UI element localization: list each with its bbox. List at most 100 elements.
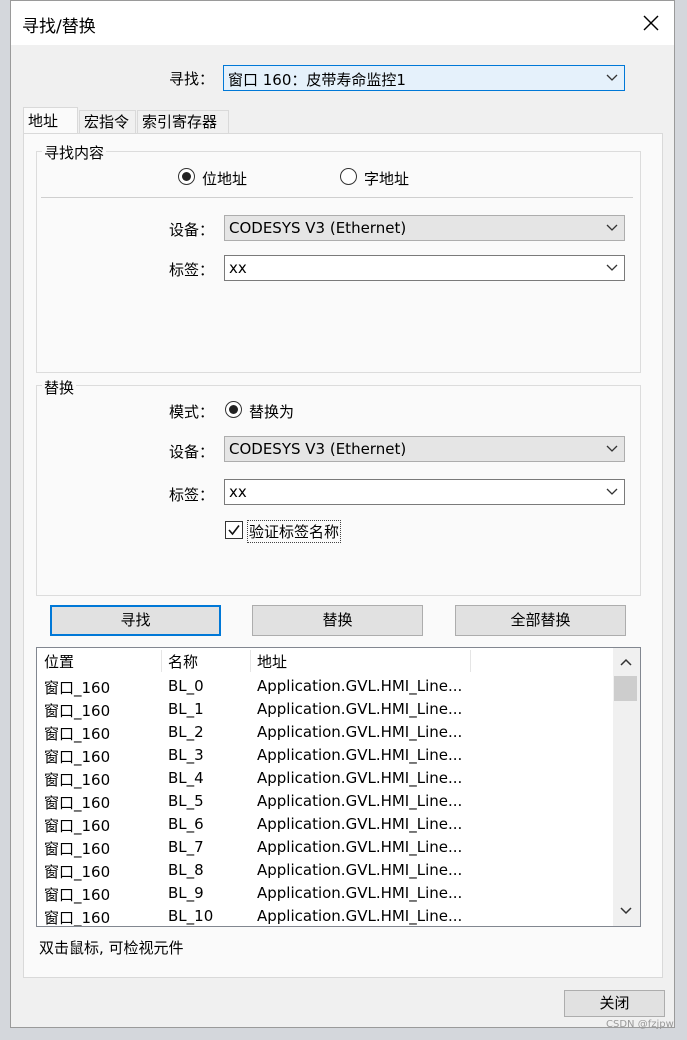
cell-location: 窗口_160 [44,725,111,743]
cell-name: BL_7 [168,838,204,856]
cell-address: Application.GVL.HMI_Line... [257,861,463,879]
column-header-location[interactable]: 位置 [44,651,74,672]
table-row[interactable]: 窗口_160 BL_2 Application.GVL.HMI_Line... [37,721,612,744]
search-tag-value: xx [229,259,247,277]
close-icon[interactable] [637,9,665,37]
table-row[interactable]: 窗口_160 BL_3 Application.GVL.HMI_Line... [37,744,612,767]
tab-address[interactable]: 地址 [23,107,78,135]
replace-device-select[interactable]: CODESYS V3 (Ethernet) [224,436,625,462]
table-row[interactable]: 窗口_160 BL_5 Application.GVL.HMI_Line... [37,790,612,813]
watermark: CSDN @fzjpw [606,1019,674,1030]
cell-name: BL_8 [168,861,204,879]
results-list[interactable]: 位置 名称 地址 窗口_160 BL_0 Application.GVL.HMI_L… [36,647,641,927]
tab-macro[interactable]: 宏指令 [79,110,136,134]
chevron-down-icon [606,74,618,81]
verify-tag-checkbox[interactable] [225,521,243,539]
cell-location: 窗口_160 [44,817,111,835]
table-row[interactable]: 窗口_160 BL_8 Application.GVL.HMI_Line... [37,859,612,882]
results-header: 位置 名称 地址 [37,648,612,675]
cell-name: BL_1 [168,700,204,718]
chevron-down-icon [606,264,618,271]
replace-tag-value: xx [229,483,247,501]
cell-location: 窗口_160 [44,863,111,881]
search-device-value: CODESYS V3 (Ethernet) [229,219,407,237]
cell-name: BL_5 [168,792,204,810]
cell-address: Application.GVL.HMI_Line... [257,907,463,925]
table-row[interactable]: 窗口_160 BL_10 Application.GVL.HMI_Line... [37,905,612,926]
column-header-address[interactable]: 地址 [257,651,287,672]
tab-index-register[interactable]: 索引寄存器 [137,110,229,134]
column-divider[interactable] [161,650,162,672]
cell-location: 窗口_160 [44,840,111,858]
checkmark-icon [228,525,240,536]
replace-tag-combo[interactable]: xx [224,479,625,505]
replace-mode-label: 模式： [169,403,215,421]
chevron-down-icon [606,224,618,231]
radio-replace-with-label: 替换为 [249,403,295,421]
radio-replace-with[interactable] [225,401,242,418]
hint-text: 双击鼠标, 可检视元件 [39,939,184,957]
search-divider [41,197,633,198]
search-tag-combo[interactable]: xx [224,255,625,281]
cell-location: 窗口_160 [44,702,111,720]
table-row[interactable]: 窗口_160 BL_9 Application.GVL.HMI_Line... [37,882,612,905]
close-button[interactable]: 关闭 [564,990,665,1017]
cell-location: 窗口_160 [44,771,111,789]
tab-index-register-label: 索引寄存器 [142,113,218,131]
replace-device-label: 设备： [169,443,215,461]
search-group-title: 寻找内容 [42,142,107,163]
find-target-select[interactable]: 窗口 160：皮带寿命监控1 [223,65,625,91]
cell-address: Application.GVL.HMI_Line... [257,723,463,741]
table-row[interactable]: 窗口_160 BL_6 Application.GVL.HMI_Line... [37,813,612,836]
radio-selected-dot [229,405,238,414]
title-bar: 寻找/替换 [11,1,674,45]
cell-address: Application.GVL.HMI_Line... [257,769,463,787]
replace-all-button[interactable]: 全部替换 [455,605,626,636]
column-header-name[interactable]: 名称 [168,651,198,672]
tab-macro-label: 宏指令 [84,113,130,131]
close-button-label: 关闭 [599,994,630,1012]
scrollbar-thumb[interactable] [614,676,637,701]
cell-address: Application.GVL.HMI_Line... [257,700,463,718]
replace-all-button-label: 全部替换 [510,611,571,629]
chevron-down-icon[interactable] [620,907,632,915]
chevron-up-icon[interactable] [620,658,632,666]
find-button[interactable]: 寻找 [50,605,221,636]
table-row[interactable]: 窗口_160 BL_7 Application.GVL.HMI_Line... [37,836,612,859]
cell-address: Application.GVL.HMI_Line... [257,792,463,810]
replace-button[interactable]: 替换 [252,605,423,636]
chevron-down-icon [606,488,618,495]
results-scrollbar[interactable] [613,648,640,926]
radio-selected-dot [182,172,191,181]
radio-bit-address-label: 位地址 [202,170,248,188]
table-row[interactable]: 窗口_160 BL_4 Application.GVL.HMI_Line... [37,767,612,790]
search-device-label: 设备： [169,221,215,239]
replace-button-label: 替换 [322,611,353,629]
replace-tag-label: 标签： [169,486,215,504]
cell-location: 窗口_160 [44,886,111,904]
cell-address: Application.GVL.HMI_Line... [257,746,463,764]
column-divider[interactable] [470,650,471,672]
find-replace-dialog: 寻找/替换 寻找： 窗口 160：皮带寿命监控1 地址 宏指令 索引寄存器 寻找… [10,0,675,1028]
cell-address: Application.GVL.HMI_Line... [257,884,463,902]
radio-word-address[interactable] [340,168,357,185]
find-target-value: 窗口 160：皮带寿命监控1 [228,71,406,89]
cell-address: Application.GVL.HMI_Line... [257,838,463,856]
search-device-select[interactable]: CODESYS V3 (Ethernet) [224,215,625,241]
cell-address: Application.GVL.HMI_Line... [257,815,463,833]
table-row[interactable]: 窗口_160 BL_1 Application.GVL.HMI_Line... [37,698,612,721]
column-divider[interactable] [250,650,251,672]
radio-word-address-label: 字地址 [364,170,410,188]
table-row[interactable]: 窗口_160 BL_0 Application.GVL.HMI_Line... [37,675,612,698]
cell-name: BL_6 [168,815,204,833]
radio-bit-address[interactable] [178,168,195,185]
cell-location: 窗口_160 [44,748,111,766]
cell-address: Application.GVL.HMI_Line... [257,677,463,695]
verify-tag-label: 验证标签名称 [247,520,342,543]
cell-name: BL_2 [168,723,204,741]
cell-location: 窗口_160 [44,794,111,812]
window-title: 寻找/替换 [22,17,96,37]
cell-name: BL_0 [168,677,204,695]
chevron-down-icon [606,445,618,452]
cell-location: 窗口_160 [44,679,111,697]
